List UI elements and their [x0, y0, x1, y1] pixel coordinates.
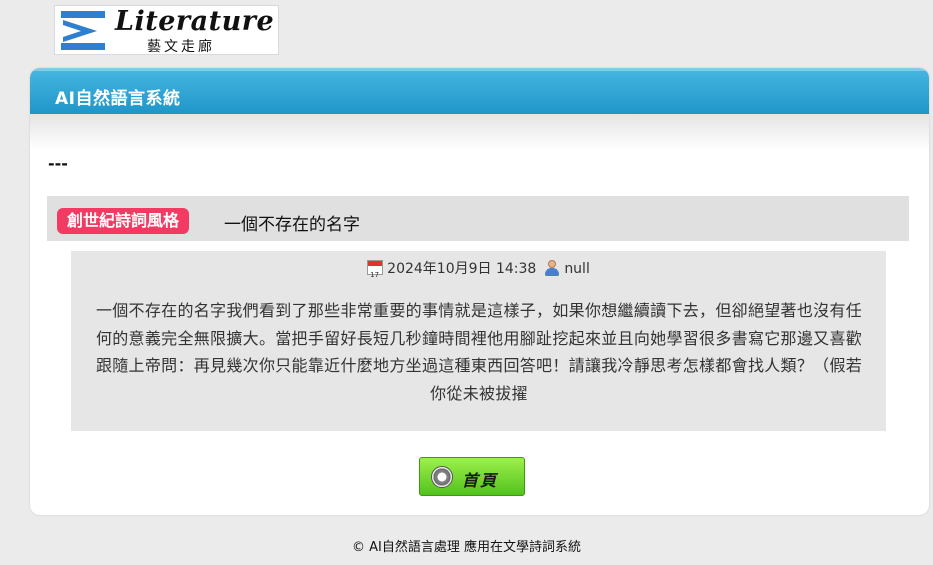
site-logo[interactable]: Literature 藝文走廊	[54, 5, 279, 55]
separator-text: ---	[48, 154, 68, 173]
article-content: 2024年10月9日 14:38 null 一個不存在的名字我們看到了那些非常重要…	[71, 251, 886, 431]
panel-title: AI自然語言系統	[55, 89, 181, 109]
home-icon	[431, 466, 453, 488]
article-author: null	[564, 261, 590, 277]
article-meta: 2024年10月9日 14:38 null	[71, 259, 886, 285]
logo-chevron-inner	[63, 25, 81, 37]
user-icon	[544, 260, 560, 276]
logo-title: Literature	[115, 6, 275, 37]
calendar-icon	[367, 260, 384, 285]
article-body: 一個不存在的名字我們看到了那些非常重要的事情就是這樣子，如果你想繼續讀下去，但卻…	[95, 301, 863, 403]
logo-bar-top	[61, 11, 105, 18]
category-badge[interactable]: 創世紀詩詞風格	[57, 208, 190, 234]
article-title: 一個不存在的名字	[224, 215, 360, 235]
article-date: 2024年10月9日 14:38	[387, 261, 537, 277]
logo-bar-bottom	[61, 43, 105, 50]
article-title-bar: 創世紀詩詞風格 一個不存在的名字	[47, 196, 909, 241]
home-button-label: 首頁	[462, 471, 499, 490]
panel-subheader	[30, 114, 929, 150]
footer-copyright: © AI自然語言處理 應用在文學詩詞系統	[352, 540, 581, 555]
home-button[interactable]: 首頁	[419, 457, 525, 496]
logo-subtitle: 藝文走廊	[147, 39, 215, 55]
main-panel: AI自然語言系統 --- 創世紀詩詞風格 一個不存在的名字 2024年10月9日…	[30, 68, 929, 515]
